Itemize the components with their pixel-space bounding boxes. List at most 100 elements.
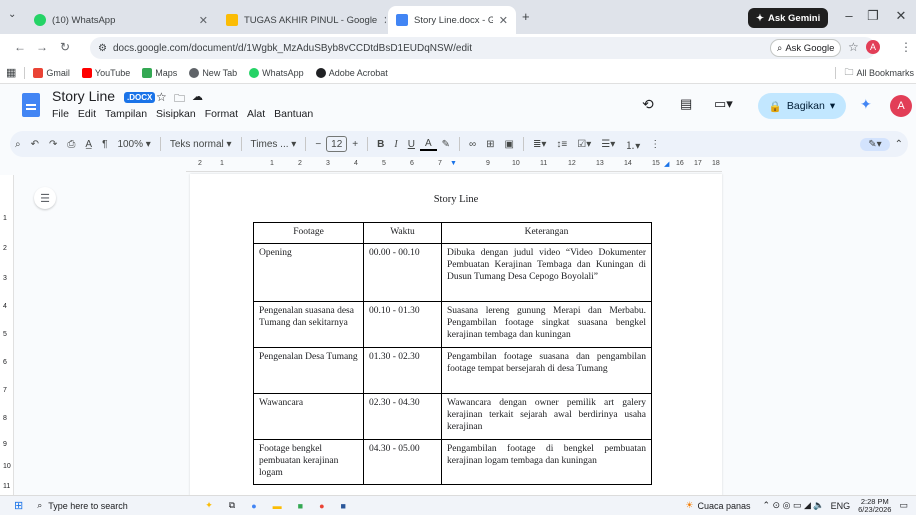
- ask-gemini-button[interactable]: ✦ Ask Gemini: [748, 8, 829, 28]
- docs-logo-icon[interactable]: [22, 93, 40, 117]
- vertical-ruler[interactable]: 1 2 3 4 5 6 7 8 9 10 11: [0, 175, 14, 495]
- ask-google-button[interactable]: ⌕ Ask Google: [770, 39, 842, 57]
- bold-icon[interactable]: B: [372, 139, 389, 150]
- window-close-icon[interactable]: ✕: [890, 8, 912, 24]
- column-header-keterangan[interactable]: Keterangan: [441, 222, 652, 244]
- tab-close-icon[interactable]: ✕: [383, 14, 386, 27]
- gemini-icon[interactable]: ✦: [860, 96, 872, 113]
- tab-close-icon[interactable]: ✕: [499, 14, 508, 27]
- bookmark-star-icon[interactable]: ☆: [848, 40, 859, 54]
- forward-icon[interactable]: →: [36, 40, 48, 54]
- document-page[interactable]: Story Line Footage Waktu Keterangan Open…: [190, 174, 722, 496]
- spellcheck-icon[interactable]: A̲: [80, 139, 97, 150]
- style-select[interactable]: Teks normal ▾: [165, 139, 237, 150]
- collapse-menus-icon[interactable]: ⌃: [890, 139, 908, 150]
- comments-icon[interactable]: ▤: [680, 96, 692, 112]
- line-spacing-icon[interactable]: ↕≡: [551, 139, 572, 150]
- document-outline-button[interactable]: ☰: [34, 187, 56, 209]
- widgets-icon[interactable]: ✦: [205, 500, 213, 511]
- paint-format-icon[interactable]: ¶: [97, 139, 112, 150]
- right-indent-marker[interactable]: ◢: [664, 160, 669, 168]
- cell-footage[interactable]: Footage bengkel pembuatan kerajinan loga…: [253, 438, 364, 485]
- address-bar[interactable]: ⚙ docs.google.com/document/d/1Wgbk_MzAdu…: [90, 37, 876, 59]
- menu-format[interactable]: Format: [205, 108, 238, 120]
- cloud-status-icon[interactable]: ☁: [192, 90, 203, 103]
- print-icon[interactable]: ⎙: [62, 139, 80, 150]
- tab-whatsapp[interactable]: (10) WhatsApp ✕: [26, 6, 216, 34]
- editing-mode-icon[interactable]: ✎▾: [860, 137, 890, 151]
- bookmark-whatsapp[interactable]: WhatsApp: [249, 67, 304, 78]
- decrease-font-icon[interactable]: −: [310, 139, 326, 150]
- numbered-list-icon[interactable]: ⒈▾: [620, 137, 645, 152]
- tab-google-drive[interactable]: TUGAS AKHIR PINUL - Google ✕: [218, 6, 386, 34]
- app-icon[interactable]: ■: [298, 501, 303, 511]
- horizontal-ruler[interactable]: 2 1 1 2 3 4 5 6 7 ▼ 9 10 11 12 13 14 15 …: [186, 158, 722, 172]
- cell-footage[interactable]: Pengenalan Desa Tumang: [253, 346, 364, 394]
- cell-footage[interactable]: Pengenalan suasana desa Tumang dan sekit…: [253, 300, 364, 348]
- tab-close-icon[interactable]: ✕: [199, 14, 208, 27]
- italic-icon[interactable]: I: [389, 139, 402, 150]
- system-tray-icons[interactable]: ⌃ ⊙ ◎ ▭ ◢ 🔈: [763, 500, 825, 511]
- menu-file[interactable]: File: [52, 108, 69, 120]
- taskbar-search-box[interactable]: ⌕ Type here to search: [29, 497, 179, 515]
- weather-text[interactable]: Cuaca panas: [697, 501, 750, 511]
- search-menu-icon[interactable]: ⌕: [10, 139, 26, 150]
- column-header-waktu[interactable]: Waktu: [363, 222, 442, 244]
- chrome-profile-icon[interactable]: ●: [319, 501, 324, 511]
- minimize-icon[interactable]: –: [838, 8, 860, 23]
- windows-start-icon[interactable]: ⊞: [14, 499, 23, 512]
- menu-alat[interactable]: Alat: [247, 108, 265, 120]
- history-icon[interactable]: ⟲: [642, 96, 654, 113]
- cell-footage[interactable]: Wawancara: [253, 392, 364, 440]
- cell-keterangan[interactable]: Pengambilan footage suasana dan pengambi…: [441, 346, 652, 394]
- bookmark-youtube[interactable]: YouTube: [81, 67, 130, 78]
- user-avatar[interactable]: A: [890, 95, 912, 117]
- word-icon[interactable]: ■: [341, 501, 346, 511]
- tab-search-icon[interactable]: ⌄: [8, 9, 16, 20]
- apps-grid-icon[interactable]: ▦: [6, 66, 16, 79]
- meet-icon[interactable]: ▭▾: [714, 96, 733, 112]
- more-options-icon[interactable]: ⋮: [645, 139, 665, 150]
- star-icon[interactable]: ☆: [156, 90, 167, 104]
- clock[interactable]: 2:28 PM 6/23/2026: [858, 498, 891, 513]
- cell-waktu[interactable]: 00.00 - 00.10: [363, 242, 442, 302]
- menu-edit[interactable]: Edit: [78, 108, 96, 120]
- left-indent-marker[interactable]: ▼: [450, 160, 457, 167]
- all-bookmarks[interactable]: 🗀 All Bookmarks: [844, 65, 914, 81]
- text-color-icon[interactable]: A: [419, 138, 437, 151]
- bookmark-new-tab[interactable]: New Tab: [189, 67, 237, 78]
- cell-keterangan[interactable]: Pengambilan footage di bengkel pembuatan…: [441, 438, 652, 485]
- task-view-icon[interactable]: ⧉: [229, 500, 235, 511]
- add-comment-icon[interactable]: ⊞: [481, 139, 499, 150]
- weather-icon[interactable]: ☀: [685, 500, 693, 511]
- site-info-icon[interactable]: ⚙: [98, 43, 107, 54]
- insert-image-icon[interactable]: ▣: [500, 139, 519, 150]
- menu-sisipkan[interactable]: Sisipkan: [156, 108, 196, 120]
- reload-icon[interactable]: ↻: [60, 40, 70, 54]
- move-folder-icon[interactable]: 🗀: [174, 90, 185, 109]
- undo-icon[interactable]: ↶: [26, 139, 44, 150]
- bookmark-maps[interactable]: Maps: [142, 67, 177, 78]
- notifications-icon[interactable]: ▭: [899, 500, 908, 511]
- cell-keterangan[interactable]: Wawancara dengan owner pemilik art galer…: [441, 392, 652, 440]
- restore-icon[interactable]: ❐: [862, 8, 884, 24]
- back-icon[interactable]: ←: [14, 40, 26, 54]
- profile-avatar[interactable]: A: [866, 40, 880, 54]
- document-title[interactable]: Story Line: [52, 88, 115, 104]
- increase-font-icon[interactable]: +: [347, 139, 363, 150]
- language-indicator[interactable]: ENG: [831, 501, 851, 511]
- menu-tampilan[interactable]: Tampilan: [105, 108, 147, 120]
- checklist-icon[interactable]: ☑▾: [572, 139, 596, 150]
- underline-icon[interactable]: U: [403, 139, 420, 150]
- cell-waktu[interactable]: 04.30 - 05.00: [363, 438, 442, 485]
- bookmark-adobe-acrobat[interactable]: Adobe Acrobat: [315, 67, 388, 78]
- highlight-icon[interactable]: ✎: [437, 139, 455, 150]
- link-icon[interactable]: ∞: [464, 139, 481, 150]
- chevron-down-icon[interactable]: ▾: [830, 100, 835, 112]
- cell-keterangan[interactable]: Dibuka dengan judul video “Video Dokumen…: [441, 242, 652, 302]
- font-select[interactable]: Times ... ▾: [246, 139, 302, 150]
- new-tab-icon[interactable]: +: [522, 9, 530, 24]
- cell-footage[interactable]: Opening: [253, 242, 364, 302]
- bulleted-list-icon[interactable]: ☰▾: [596, 139, 620, 150]
- menu-bantuan[interactable]: Bantuan: [274, 108, 313, 120]
